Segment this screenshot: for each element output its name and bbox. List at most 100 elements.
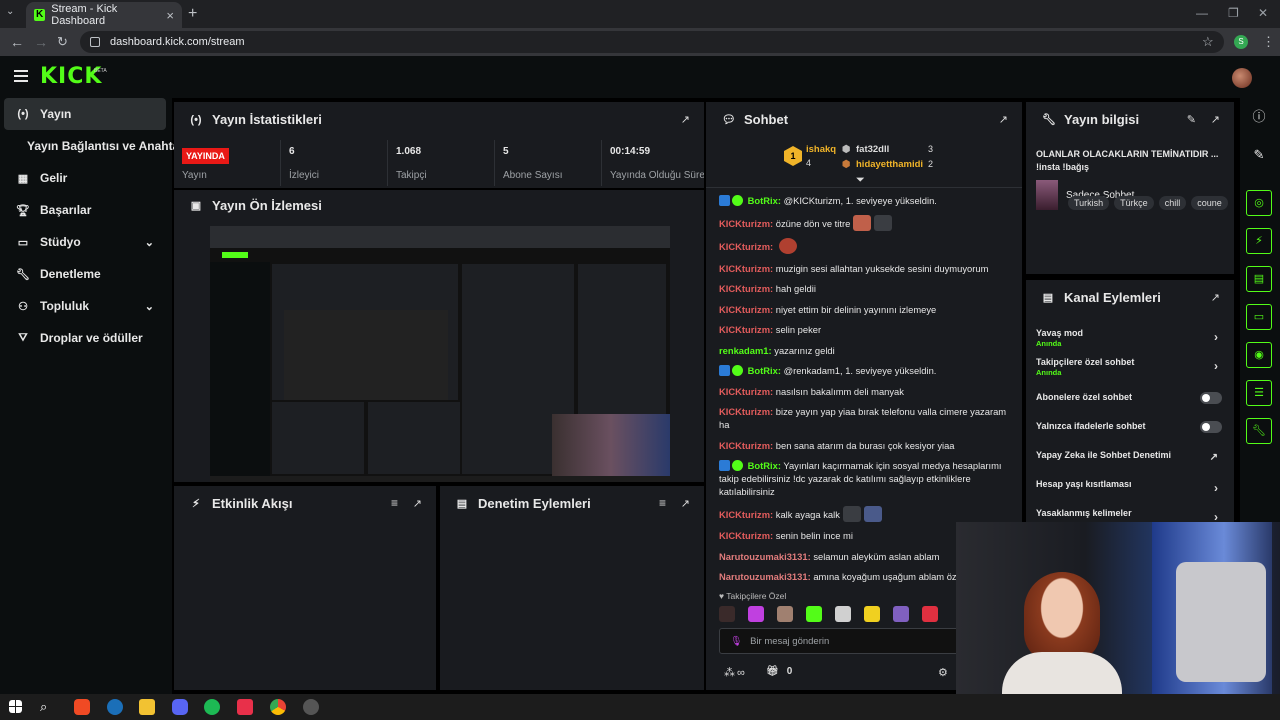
file-explorer-icon[interactable] <box>139 699 155 715</box>
sidebar-item-basarilar[interactable]: 🏆︎ Başarılar <box>4 194 166 226</box>
emote-icon[interactable] <box>864 606 880 622</box>
new-tab-icon[interactable]: + <box>188 5 197 23</box>
action-ai-moderation[interactable]: Yapay Zeka ile Sohbet Denetimi ↗ <box>1036 450 1222 463</box>
obs-icon[interactable] <box>303 699 319 715</box>
edit-pencil-icon[interactable]: ✎ <box>1187 113 1196 126</box>
wrench-icon[interactable]: 🔧︎ <box>1246 418 1272 444</box>
chat-username[interactable]: KICKturizm: <box>719 530 773 541</box>
tag-chip[interactable]: Türkçe <box>1114 196 1154 210</box>
emote-icon[interactable] <box>835 606 851 622</box>
gifter-name[interactable]: ⬢ fat32dll <box>842 144 889 155</box>
chat-input[interactable]: 🎙︎ Bir mesaj gönderin <box>719 628 959 654</box>
sidebar-item-topluluk[interactable]: ⚇ Topluluk ⌄ <box>4 290 166 322</box>
app-icon[interactable] <box>237 699 253 715</box>
action-account-age[interactable]: Hesap yaşı kısıtlaması › <box>1036 479 1222 495</box>
profile-avatar[interactable]: S <box>1234 35 1248 49</box>
emote-icon[interactable] <box>748 606 764 622</box>
info-icon[interactable]: ⓘ <box>1246 104 1272 130</box>
chat-username[interactable]: renkadam1: <box>719 345 772 356</box>
chat-username[interactable]: BotRix: <box>748 460 781 471</box>
forward-icon[interactable]: → <box>34 34 48 50</box>
windows-start-icon[interactable] <box>9 700 22 713</box>
action-banned-words[interactable]: Yasaklanmış kelimeler › <box>1036 508 1222 524</box>
reload-icon[interactable]: ↻ <box>57 34 68 50</box>
emote-icon[interactable] <box>806 606 822 622</box>
emote-icon[interactable] <box>922 606 938 622</box>
tab-close-icon[interactable]: × <box>166 8 174 23</box>
lightning-icon[interactable]: ⚡︎ <box>1246 228 1272 254</box>
brave-icon[interactable] <box>74 699 90 715</box>
filter-icon[interactable]: ≡ <box>391 496 398 510</box>
collapse-icon[interactable]: ⏷ <box>856 174 865 187</box>
chat-settings-icon[interactable]: ⚙ <box>938 666 948 679</box>
chat-username[interactable]: Narutouzumaki3131: <box>719 551 811 562</box>
tag-chip[interactable]: Turkish <box>1068 196 1110 210</box>
maximize-icon[interactable]: ❐ <box>1228 6 1239 20</box>
popout-icon[interactable]: ↗ <box>1211 113 1220 126</box>
browser-tab[interactable]: K Stream - Kick Dashboard × <box>26 2 182 28</box>
filter-icon[interactable]: ≡ <box>659 496 666 510</box>
search-icon[interactable]: ⌕ <box>40 699 56 715</box>
sidebar-item-studyo[interactable]: ▭ Stüdyo ⌄ <box>4 226 166 258</box>
popout-icon[interactable]: ↗ <box>1211 291 1220 304</box>
sidebar-item-droplar[interactable]: ⛛ Droplar ve ödüller <box>4 322 166 354</box>
url-field[interactable]: dashboard.kick.com/stream <box>80 31 1224 53</box>
stream-preview[interactable] <box>210 226 670 482</box>
sidebar-item-gelir[interactable]: ▦ Gelir <box>4 162 166 194</box>
chat-username[interactable]: KICKturizm: <box>719 386 773 397</box>
chat-username[interactable]: KICKturizm: <box>719 241 773 252</box>
popout-icon[interactable]: ↗ <box>681 497 690 510</box>
user-avatar[interactable] <box>1232 68 1252 88</box>
chat-username[interactable]: KICKturizm: <box>719 324 773 335</box>
popout-icon[interactable]: ↗ <box>681 113 690 126</box>
chat-username[interactable]: BotRix: <box>748 195 781 206</box>
document-icon[interactable]: ▤ <box>1246 266 1272 292</box>
emote-icon[interactable] <box>777 606 793 622</box>
chat-username[interactable]: KICKturizm: <box>719 263 773 274</box>
tag-chip[interactable]: coune <box>1191 196 1228 210</box>
back-icon[interactable]: ← <box>10 34 24 50</box>
chat-username[interactable]: KICKturizm: <box>719 283 773 294</box>
action-followers-only[interactable]: Takipçilere özel sohbet Anında › <box>1036 357 1222 377</box>
chat-username[interactable]: KICKturizm: <box>719 509 773 520</box>
chat-username[interactable]: KICKturizm: <box>719 218 773 229</box>
chrome-icon[interactable] <box>270 699 286 715</box>
sidebar-item-denetleme[interactable]: 🔧︎ Denetleme <box>4 258 166 290</box>
site-info-icon[interactable] <box>90 37 100 47</box>
microphone-icon[interactable]: 🎙︎ <box>730 636 742 647</box>
window-close-icon[interactable]: ✕ <box>1258 6 1268 20</box>
popout-icon[interactable]: ↗ <box>999 113 1008 126</box>
chat-username[interactable]: KICKturizm: <box>719 406 773 417</box>
gifter-name[interactable]: ⬢ hidayetthamidi <box>842 159 923 170</box>
bookmark-star-icon[interactable]: ☆ <box>1202 34 1214 50</box>
minimize-icon[interactable]: — <box>1196 6 1208 20</box>
studio-icon: ▭ <box>17 236 29 249</box>
steam-icon[interactable] <box>107 699 123 715</box>
channel-actions-icon[interactable]: ☰ <box>1246 380 1272 406</box>
browser-menu-icon[interactable]: ⋮ <box>1262 34 1275 50</box>
chat-bubble-icon[interactable]: ▭ <box>1246 304 1272 330</box>
gift-count[interactable]: 🎁︎ 0 <box>766 666 792 677</box>
discord-icon[interactable] <box>172 699 188 715</box>
emote-icon[interactable] <box>719 606 735 622</box>
sidebar-item-yayin[interactable]: (•) Yayın <box>4 98 166 130</box>
tab-search-icon[interactable]: ⌄ <box>6 6 14 17</box>
action-slow-mode[interactable]: Yavaş mod Anında › <box>1036 328 1222 348</box>
channel-points[interactable]: ⁂ ∞ <box>724 666 745 680</box>
emotes-only-toggle[interactable] <box>1200 421 1222 433</box>
popout-icon[interactable]: ↗ <box>413 497 422 510</box>
gifter-name[interactable]: ishakq <box>806 144 836 155</box>
subscribers-only-toggle[interactable] <box>1200 392 1222 404</box>
chat-username[interactable]: BotRix: <box>748 365 781 376</box>
chat-username[interactable]: Narutouzumaki3131: <box>719 571 811 582</box>
chat-username[interactable]: KICKturizm: <box>719 440 773 451</box>
hamburger-menu-icon[interactable] <box>14 70 28 82</box>
broadcast-icon[interactable]: ◉ <box>1246 342 1272 368</box>
camera-icon[interactable]: ◎ <box>1246 190 1272 216</box>
spotify-icon[interactable] <box>204 699 220 715</box>
tag-chip[interactable]: chill <box>1158 196 1187 210</box>
sidebar-item-stream-key[interactable]: Yayın Bağlantısı ve Anahtarı <box>4 130 187 162</box>
edit-pencil-icon[interactable]: ✎ <box>1246 142 1272 168</box>
emote-icon[interactable] <box>893 606 909 622</box>
chat-username[interactable]: KICKturizm: <box>719 304 773 315</box>
